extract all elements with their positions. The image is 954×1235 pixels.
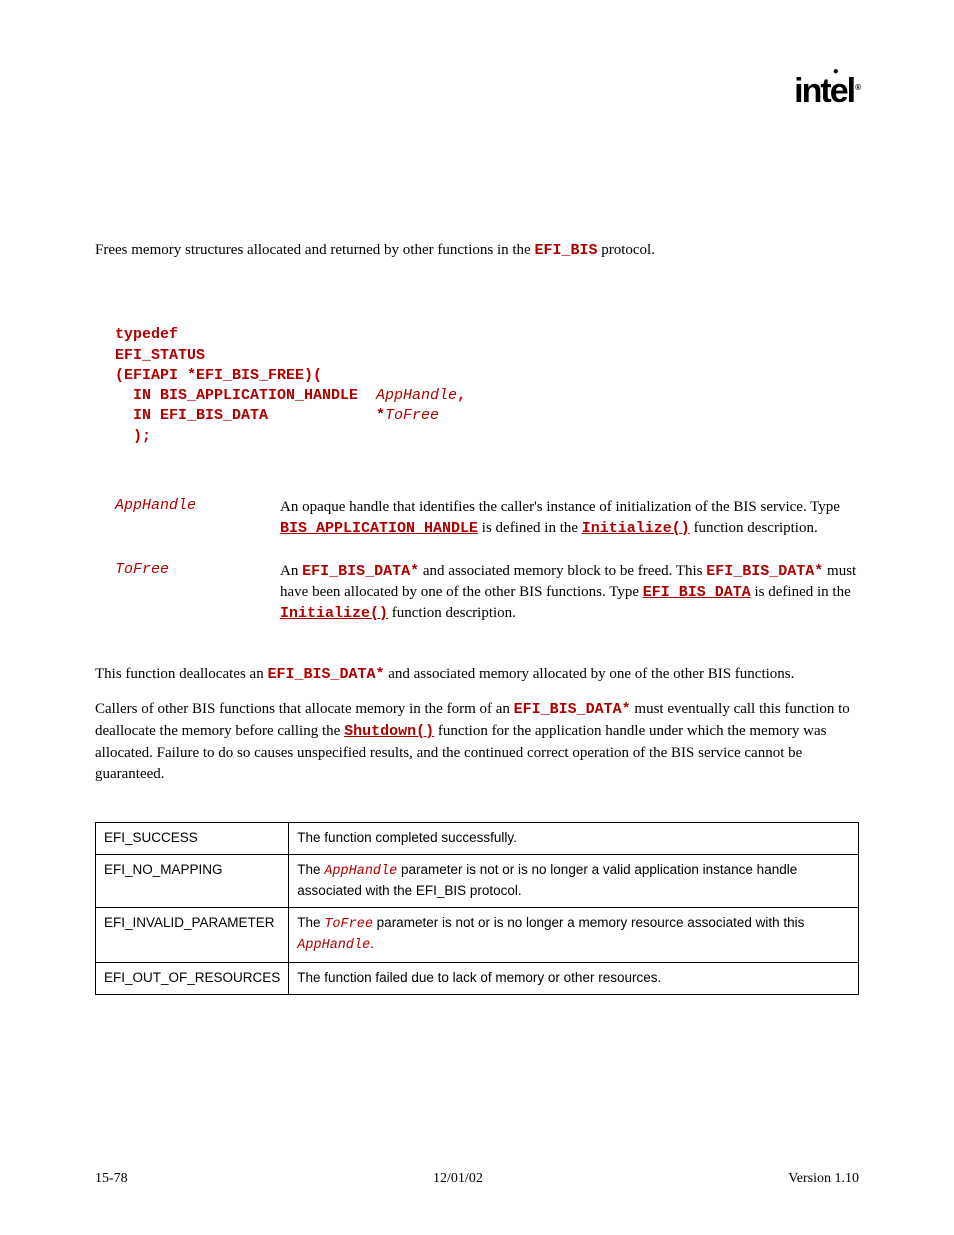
status-desc: The function failed due to lack of memor… (289, 962, 859, 994)
proto-l5a: IN EFI_BIS_DATA * (115, 407, 385, 424)
param-desc-tofree: An EFI_BIS_DATA* and associated memory b… (280, 561, 859, 624)
proto-l4a: IN BIS_APPLICATION_HANDLE (115, 387, 376, 404)
description-section: This function deallocates an EFI_BIS_DAT… (95, 664, 859, 784)
param-text: function description. (690, 520, 818, 536)
status-desc: The AppHandle parameter is not or is no … (289, 855, 859, 908)
summary-text: Frees memory structures allocated and re… (95, 240, 859, 261)
param-text: An (280, 563, 302, 579)
param-name-tofree: ToFree (115, 561, 280, 624)
status-desc: The ToFree parameter is not or is no lon… (289, 907, 859, 962)
status-codes-table: EFI_SUCCESS The function completed succe… (95, 822, 859, 994)
table-row: EFI_NO_MAPPING The AppHandle parameter i… (96, 855, 859, 908)
param-desc-apphandle: An opaque handle that identifies the cal… (280, 497, 859, 539)
footer-version: Version 1.10 (788, 1171, 859, 1187)
status-text: The (297, 915, 324, 930)
func-link[interactable]: Shutdown() (344, 723, 434, 740)
param-ref: AppHandle (297, 938, 370, 953)
proto-l6: ); (115, 428, 151, 445)
desc-paragraph: This function deallocates an EFI_BIS_DAT… (95, 664, 859, 686)
type-link[interactable]: EFI_BIS_DATA (643, 584, 751, 601)
summary-pre: Frees memory structures allocated and re… (95, 242, 534, 258)
status-text: parameter is not or is no longer a memor… (373, 915, 804, 930)
status-text: The function completed successfully. (297, 830, 517, 845)
func-link[interactable]: Initialize() (280, 605, 388, 622)
status-text: . (370, 936, 374, 951)
summary-code: EFI_BIS (534, 242, 597, 259)
desc-text: This function deallocates an (95, 666, 267, 682)
param-ref: ToFree (324, 917, 373, 932)
proto-l4b: AppHandle (376, 387, 457, 404)
proto-l4c: , (457, 387, 466, 404)
param-text: and associated memory block to be freed.… (419, 563, 706, 579)
type-ref: EFI_BIS_DATA* (267, 666, 384, 683)
page-footer: 15-78 12/01/02 Version 1.10 (95, 1171, 859, 1187)
table-row: EFI_INVALID_PARAMETER The ToFree paramet… (96, 907, 859, 962)
type-ref: EFI_BIS_DATA* (302, 563, 419, 580)
desc-paragraph: Callers of other BIS functions that allo… (95, 699, 859, 784)
param-ref: AppHandle (324, 864, 397, 879)
param-text: function description. (388, 605, 516, 621)
table-row: EFI_OUT_OF_RESOURCES The function failed… (96, 962, 859, 994)
prototype-block: typedef EFI_STATUS (EFIAPI *EFI_BIS_FREE… (115, 325, 859, 447)
status-code: EFI_INVALID_PARAMETER (96, 907, 289, 962)
desc-text: Callers of other BIS functions that allo… (95, 701, 514, 717)
status-text: The (297, 862, 324, 877)
footer-date: 12/01/02 (433, 1171, 483, 1187)
footer-pagenum: 15-78 (95, 1171, 128, 1187)
type-ref: EFI_BIS_DATA* (514, 701, 631, 718)
type-link[interactable]: BIS_APPLICATION_HANDLE (280, 520, 478, 537)
status-code: EFI_NO_MAPPING (96, 855, 289, 908)
status-code: EFI_OUT_OF_RESOURCES (96, 962, 289, 994)
param-row: ToFree An EFI_BIS_DATA* and associated m… (115, 561, 859, 624)
type-ref: EFI_BIS_DATA* (706, 563, 823, 580)
status-text: The function failed due to lack of memor… (297, 970, 661, 985)
proto-l1: typedef (115, 326, 178, 343)
param-text: is defined in the (751, 584, 851, 600)
parameters-section: AppHandle An opaque handle that identifi… (115, 497, 859, 624)
param-text: An opaque handle that identifies the cal… (280, 499, 840, 515)
proto-l5b: ToFree (385, 407, 439, 424)
summary-post: protocol. (597, 242, 655, 258)
proto-l2: EFI_STATUS (115, 347, 205, 364)
proto-l3: (EFIAPI *EFI_BIS_FREE)( (115, 367, 322, 384)
param-name-apphandle: AppHandle (115, 497, 280, 539)
param-text: is defined in the (478, 520, 582, 536)
status-code: EFI_SUCCESS (96, 823, 289, 855)
table-row: EFI_SUCCESS The function completed succe… (96, 823, 859, 855)
intel-logo: inte●l® (794, 72, 859, 111)
desc-text: and associated memory allocated by one o… (384, 666, 794, 682)
func-link[interactable]: Initialize() (582, 520, 690, 537)
param-row: AppHandle An opaque handle that identifi… (115, 497, 859, 539)
status-desc: The function completed successfully. (289, 823, 859, 855)
